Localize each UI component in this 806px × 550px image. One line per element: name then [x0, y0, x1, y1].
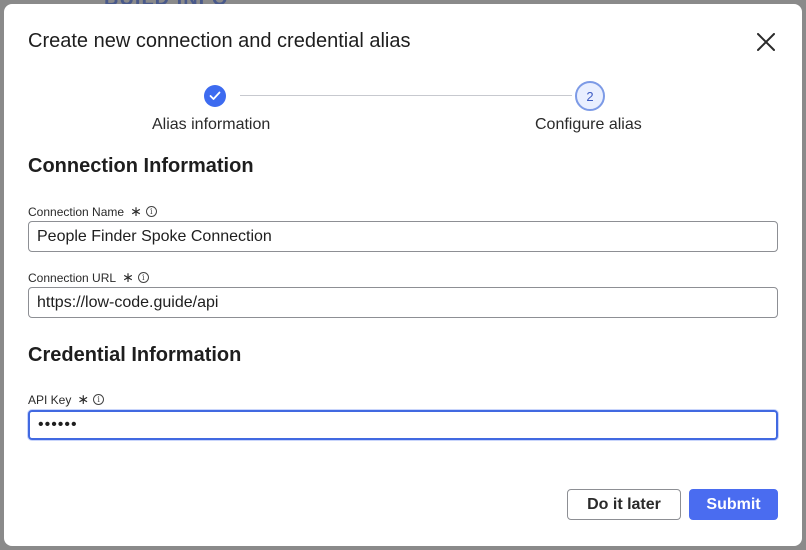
- api-key-input[interactable]: [28, 410, 778, 440]
- check-icon: [209, 91, 221, 100]
- required-indicator: ∗: [77, 391, 90, 407]
- step-2-indicator[interactable]: 2: [575, 81, 605, 111]
- step-2-number: 2: [586, 88, 594, 104]
- required-indicator: ∗: [122, 269, 134, 285]
- required-indicator: ∗: [130, 203, 142, 219]
- step-1-indicator[interactable]: [204, 85, 226, 107]
- step-1-label: Alias information: [152, 116, 271, 133]
- connection-name-label-text: Connection Name: [28, 204, 125, 219]
- stepper-connector: [240, 95, 572, 96]
- connection-name-input[interactable]: [28, 221, 778, 252]
- info-icon[interactable]: i: [145, 206, 157, 217]
- close-icon: [757, 33, 775, 51]
- connection-url-input[interactable]: [28, 287, 778, 318]
- dialog-title: Create new connection and credential ali…: [28, 30, 411, 52]
- connection-url-label: Connection URL ∗ i: [28, 269, 149, 286]
- api-key-label-text: API Key: [28, 392, 72, 407]
- connection-info-heading: Connection Information: [28, 155, 254, 177]
- credential-info-heading: Credential Information: [28, 344, 242, 366]
- submit-button[interactable]: Submit: [689, 489, 778, 520]
- close-button[interactable]: [752, 28, 780, 56]
- step-2-label: Configure alias: [535, 116, 642, 133]
- info-icon[interactable]: i: [137, 272, 149, 283]
- api-key-label: API Key ∗ i: [28, 391, 105, 408]
- info-icon[interactable]: i: [93, 394, 105, 405]
- create-alias-dialog: Create new connection and credential ali…: [4, 4, 802, 546]
- connection-name-label: Connection Name ∗ i: [28, 203, 157, 220]
- do-it-later-button[interactable]: Do it later: [567, 489, 681, 520]
- connection-url-label-text: Connection URL: [28, 270, 117, 285]
